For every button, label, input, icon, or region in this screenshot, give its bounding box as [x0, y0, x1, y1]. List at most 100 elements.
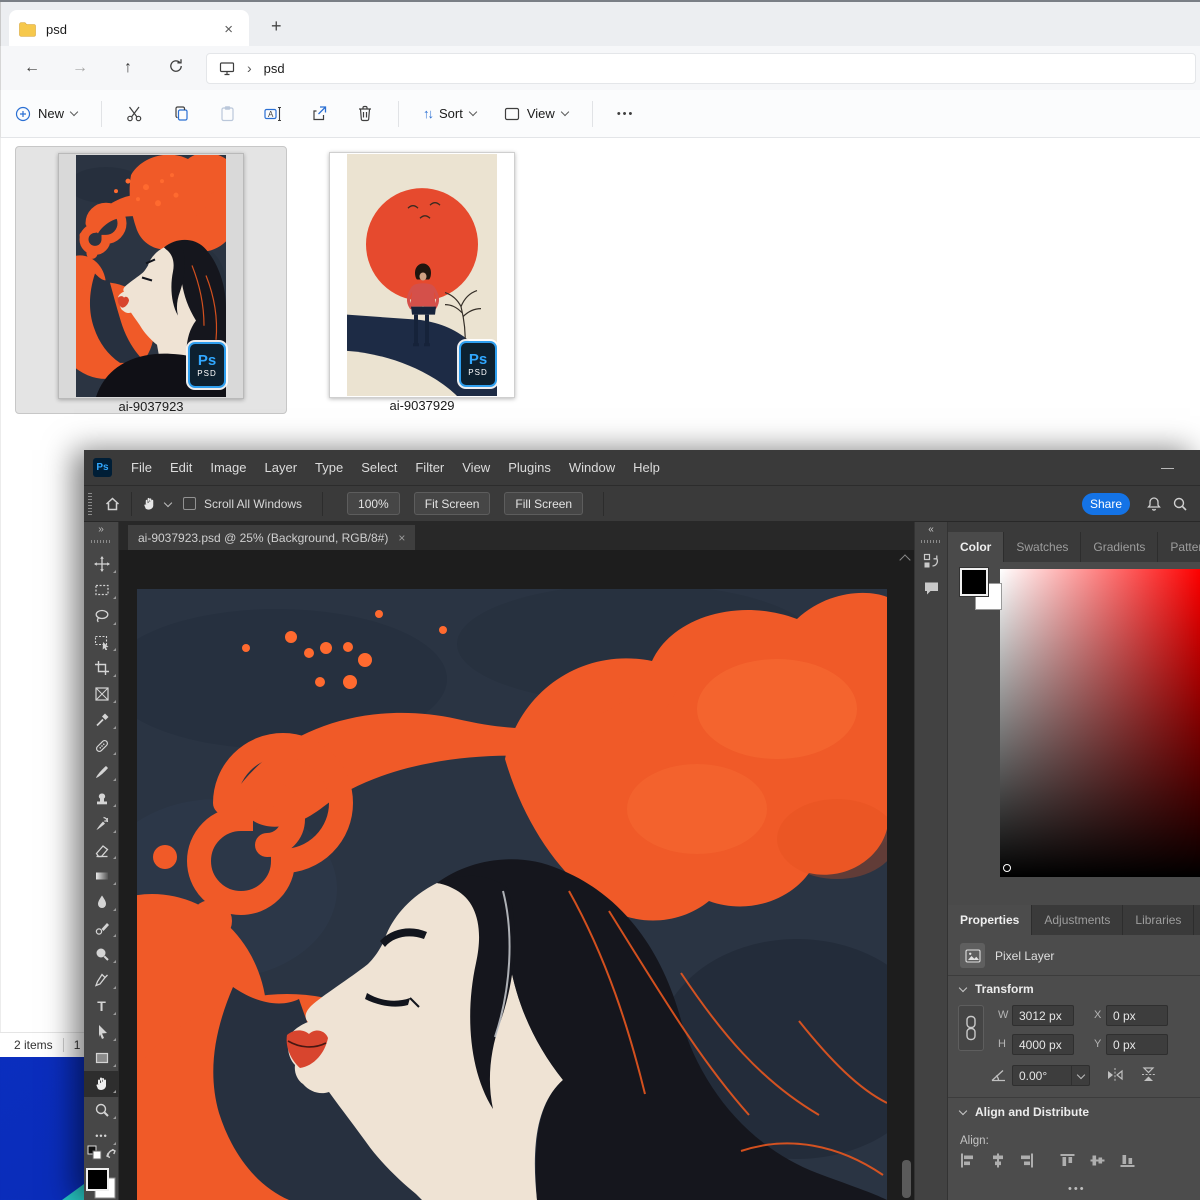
- new-tab-button[interactable]: +: [263, 14, 290, 39]
- x-field[interactable]: [1106, 1005, 1168, 1026]
- copy-button[interactable]: [158, 105, 204, 122]
- history-panel-button[interactable]: [915, 553, 947, 570]
- expand-toolbar-icon[interactable]: »: [84, 522, 118, 535]
- sort-button[interactable]: ↑↓ Sort: [409, 106, 490, 121]
- align-section-header[interactable]: Align and Distribute: [960, 1105, 1089, 1119]
- minimize-button[interactable]: —: [1161, 460, 1174, 475]
- flip-horizontal-button[interactable]: [1106, 1066, 1124, 1088]
- object-selection-tool[interactable]: [84, 629, 119, 655]
- search-button[interactable]: [1172, 496, 1188, 517]
- type-tool[interactable]: T: [84, 993, 119, 1019]
- tab-close-icon[interactable]: ×: [218, 21, 239, 38]
- cut-button[interactable]: [112, 105, 158, 123]
- share-button[interactable]: [296, 105, 342, 122]
- document-tab[interactable]: ai-9037923.psd @ 25% (Background, RGB/8#…: [128, 525, 415, 550]
- menu-view[interactable]: View: [453, 460, 499, 475]
- dodge-tool[interactable]: [84, 941, 119, 967]
- align-bottom-edges-button[interactable]: [1120, 1153, 1136, 1173]
- scroll-all-windows-checkbox[interactable]: [183, 497, 196, 510]
- frame-tool[interactable]: [84, 681, 119, 707]
- breadcrumb[interactable]: psd: [264, 61, 285, 76]
- grip-handle[interactable]: [88, 493, 92, 515]
- gradient-tool[interactable]: [84, 863, 119, 889]
- delete-button[interactable]: [342, 105, 388, 122]
- y-field[interactable]: [1106, 1034, 1168, 1055]
- menu-layer[interactable]: Layer: [256, 460, 307, 475]
- document-close-icon[interactable]: ×: [398, 531, 405, 545]
- home-button[interactable]: [104, 496, 121, 512]
- file-name[interactable]: ai-9037929: [301, 398, 543, 413]
- zoom-tool[interactable]: [84, 1097, 119, 1123]
- align-horizontal-centers-button[interactable]: [990, 1153, 1006, 1173]
- move-tool[interactable]: [84, 551, 119, 577]
- hand-tool[interactable]: [84, 1071, 119, 1097]
- grip-handle[interactable]: [91, 540, 111, 543]
- transform-section-header[interactable]: Transform: [960, 982, 1034, 996]
- flip-vertical-button[interactable]: [1140, 1066, 1158, 1088]
- color-picker-field[interactable]: [1000, 569, 1200, 877]
- file-name[interactable]: ai-9037923: [16, 399, 286, 414]
- menu-edit[interactable]: Edit: [161, 460, 201, 475]
- link-dimensions-button[interactable]: [958, 1005, 984, 1051]
- fill-screen-button[interactable]: Fill Screen: [504, 492, 583, 515]
- zoom-100-button[interactable]: 100%: [347, 492, 400, 515]
- align-vertical-centers-button[interactable]: [1090, 1153, 1106, 1173]
- tab-libraries[interactable]: Libraries: [1123, 905, 1194, 935]
- up-icon[interactable]: ↑: [111, 59, 145, 77]
- notifications-button[interactable]: [1146, 496, 1162, 518]
- view-button[interactable]: View: [490, 106, 582, 121]
- height-field[interactable]: [1012, 1034, 1074, 1055]
- tab-color[interactable]: Color: [948, 532, 1004, 562]
- width-field[interactable]: [1012, 1005, 1074, 1026]
- menu-window[interactable]: Window: [560, 460, 624, 475]
- pen-tool[interactable]: [84, 967, 119, 993]
- rectangular-marquee-tool[interactable]: [84, 577, 119, 603]
- align-left-edges-button[interactable]: [960, 1153, 976, 1173]
- clone-stamp-tool[interactable]: [84, 785, 119, 811]
- explorer-tab[interactable]: psd ×: [9, 10, 249, 48]
- tab-patterns[interactable]: Patterns: [1158, 532, 1200, 562]
- back-icon[interactable]: ←: [15, 59, 49, 77]
- tab-swatches[interactable]: Swatches: [1004, 532, 1081, 562]
- refresh-icon[interactable]: [159, 58, 193, 79]
- vertical-scrollbar[interactable]: [902, 1160, 911, 1198]
- rename-button[interactable]: A: [250, 106, 296, 122]
- paste-button[interactable]: [204, 105, 250, 122]
- menu-select[interactable]: Select: [352, 460, 406, 475]
- menu-image[interactable]: Image: [201, 460, 255, 475]
- scrollbar-up-arrow[interactable]: [899, 554, 910, 565]
- menu-help[interactable]: Help: [624, 460, 669, 475]
- brush-tool[interactable]: [84, 759, 119, 785]
- tab-adjustments[interactable]: Adjustments: [1032, 905, 1123, 935]
- share-button[interactable]: Share: [1082, 493, 1130, 515]
- tab-gradients[interactable]: Gradients: [1081, 532, 1158, 562]
- crop-tool[interactable]: [84, 655, 119, 681]
- angle-dropdown[interactable]: [1071, 1066, 1089, 1085]
- default-colors-and-swap[interactable]: [84, 1144, 119, 1164]
- eyedropper-tool[interactable]: [84, 707, 119, 733]
- hand-tool-preset[interactable]: [142, 496, 171, 512]
- address-bar[interactable]: › psd: [206, 53, 1196, 84]
- path-selection-tool[interactable]: [84, 1019, 119, 1045]
- eraser-tool[interactable]: [84, 837, 119, 863]
- rotation-angle-field[interactable]: 0.00°: [1012, 1065, 1090, 1086]
- menu-file[interactable]: File: [122, 460, 161, 475]
- forward-icon[interactable]: →: [63, 59, 97, 77]
- menu-type[interactable]: Type: [306, 460, 352, 475]
- canvas-workspace[interactable]: [119, 550, 914, 1200]
- align-top-edges-button[interactable]: [1060, 1153, 1076, 1173]
- foreground-color-swatch[interactable]: [960, 568, 988, 596]
- spot-healing-brush-tool[interactable]: [84, 733, 119, 759]
- file-item[interactable]: Ps PSD ai-9037929: [301, 146, 543, 414]
- more-options-button[interactable]: •••: [603, 108, 649, 120]
- fit-screen-button[interactable]: Fit Screen: [414, 492, 491, 515]
- align-more-options[interactable]: •••: [1068, 1183, 1086, 1195]
- color-picker-cursor[interactable]: [1003, 864, 1011, 872]
- grip-handle[interactable]: [921, 540, 941, 543]
- history-brush-tool[interactable]: [84, 811, 119, 837]
- collapse-panels-icon[interactable]: «: [915, 522, 947, 535]
- smudge-tool[interactable]: [84, 915, 119, 941]
- align-right-edges-button[interactable]: [1018, 1153, 1034, 1173]
- new-button[interactable]: New: [1, 106, 91, 122]
- menu-filter[interactable]: Filter: [406, 460, 453, 475]
